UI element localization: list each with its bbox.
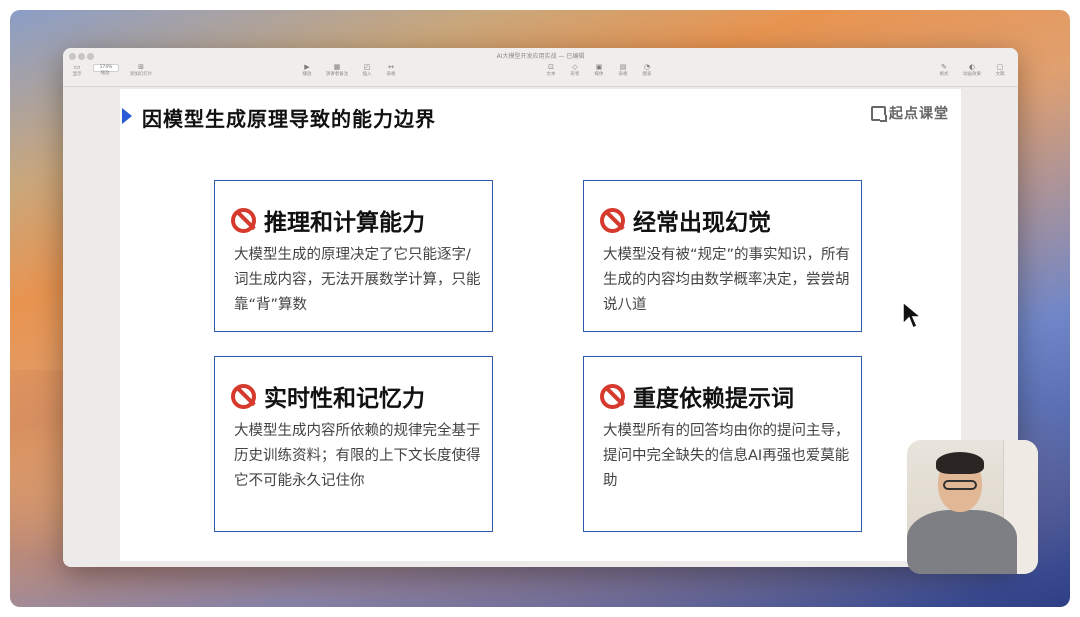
table-icon: ▦ bbox=[333, 63, 341, 71]
prohibited-icon bbox=[600, 207, 625, 233]
toolbar-document-label: 文稿 bbox=[995, 72, 1005, 77]
toolbar-play-button[interactable]: ▶ 播放 bbox=[293, 63, 321, 78]
webcam-person-glasses bbox=[943, 480, 977, 490]
play-icon: ▶ bbox=[304, 63, 310, 71]
card-body: 大模型生成内容所依赖的规律完全基于历史训练资料；有限的上下文长度使得它不可能永久… bbox=[234, 423, 481, 489]
toolbar-chart-label: 图表 bbox=[642, 72, 652, 77]
presenter-webcam bbox=[907, 440, 1038, 574]
toolbar-format-button[interactable]: ✎ 格式 bbox=[930, 63, 958, 78]
prohibited-icon bbox=[231, 383, 256, 409]
chart-icon: ◔ bbox=[643, 63, 651, 71]
toolbar-zoom-label: 缩放 bbox=[100, 71, 110, 76]
keynote-window: AI大模型开发应用实战 — 已编辑 ▭ 显示 174% 缩放 ⊞ 添加幻灯片 ▶… bbox=[63, 48, 1018, 567]
card-header: 经常出现幻觉 bbox=[600, 203, 771, 237]
card-title: 重度依赖提示词 bbox=[633, 386, 794, 412]
prohibited-icon bbox=[600, 383, 625, 409]
toolbar-zoom-button[interactable]: 缩放 bbox=[91, 71, 119, 77]
toolbar-add-slide-button[interactable]: ⊞ 添加幻灯片 bbox=[127, 63, 155, 78]
add-slide-icon: ⊞ bbox=[138, 63, 144, 71]
toolbar-format-label: 格式 bbox=[939, 72, 949, 77]
logo-text: 起点课堂 bbox=[889, 106, 949, 122]
toolbar-add-slide-label: 添加幻灯片 bbox=[129, 72, 153, 77]
window-title: AI大模型开发应用实战 — 已编辑 bbox=[63, 51, 1018, 60]
logo-mark-icon bbox=[871, 105, 886, 121]
toolbar-notes-label: 演讲者备注 bbox=[325, 72, 349, 77]
toolbar-chart-button[interactable]: ◔ 图表 bbox=[633, 63, 661, 78]
toolbar-table-button[interactable]: ↔ 表格 bbox=[377, 63, 405, 78]
toolbar-animate-label: 动画效果 bbox=[963, 72, 981, 77]
webcam-person-hair bbox=[936, 452, 984, 474]
toolbar-show-button[interactable]: ▭ 显示 bbox=[63, 63, 91, 78]
card-title: 实时性和记忆力 bbox=[264, 386, 425, 412]
card-hallucination[interactable]: 经常出现幻觉 大模型没有被“规定”的事实知识，所有生成的内容均由数学概率决定，尝… bbox=[583, 180, 862, 332]
toolbar-play-label: 播放 bbox=[302, 72, 312, 77]
window-title-text: AI大模型开发应用实战 bbox=[496, 53, 557, 60]
toolbar-document-button[interactable]: ▢ 文稿 bbox=[986, 63, 1014, 78]
brand-logo: 起点课堂 bbox=[871, 103, 949, 123]
toolbar-show-label: 显示 bbox=[72, 72, 82, 77]
card-reasoning[interactable]: 推理和计算能力 大模型生成的原理决定了它只能逐字/词生成内容，无法开展数学计算，… bbox=[214, 180, 493, 332]
toolbar-animate-button[interactable]: ◐ 动画效果 bbox=[958, 63, 986, 78]
card-body: 大模型生成的原理决定了它只能逐字/词生成内容，无法开展数学计算，只能靠“背”算数 bbox=[234, 247, 481, 313]
titlebar: AI大模型开发应用实战 — 已编辑 ▭ 显示 174% 缩放 ⊞ 添加幻灯片 ▶… bbox=[63, 48, 1018, 87]
webcam-person-body bbox=[907, 510, 1017, 574]
card-body: 大模型所有的回答均由你的提问主导，提问中完全缺失的信息AI再强也爱莫能助 bbox=[603, 423, 850, 489]
prohibited-icon bbox=[231, 207, 256, 233]
shape-icon: ↔ bbox=[388, 63, 394, 71]
card-body: 大模型没有被“规定”的事实知识，所有生成的内容均由数学概率决定，尝尝胡说八道 bbox=[603, 247, 851, 313]
card-header: 实时性和记忆力 bbox=[231, 379, 425, 413]
title-arrow-icon bbox=[122, 108, 132, 124]
slide-title: 因模型生成原理导致的能力边界 bbox=[142, 107, 436, 131]
animate-icon: ◐ bbox=[968, 63, 976, 71]
card-header: 重度依赖提示词 bbox=[600, 379, 794, 413]
mouse-cursor-icon bbox=[902, 300, 923, 330]
card-prompt-dependency[interactable]: 重度依赖提示词 大模型所有的回答均由你的提问主导，提问中完全缺失的信息AI再强也… bbox=[583, 356, 862, 532]
document-icon: ▢ bbox=[996, 63, 1004, 71]
toolbar-table-label: 表格 bbox=[386, 72, 396, 77]
card-header: 推理和计算能力 bbox=[231, 203, 425, 237]
toolbar-notes-button[interactable]: ▦ 演讲者备注 bbox=[323, 63, 351, 78]
window-title-suffix: — 已编辑 bbox=[558, 53, 585, 60]
card-title: 经常出现幻觉 bbox=[633, 210, 771, 236]
format-icon: ✎ bbox=[941, 63, 947, 71]
sidebar-icon: ▭ bbox=[73, 63, 81, 71]
card-title: 推理和计算能力 bbox=[264, 210, 425, 236]
slide-canvas[interactable]: 因模型生成原理导致的能力边界 起点课堂 推理和计算能力 大模型生成的原理决定了它… bbox=[120, 89, 961, 561]
card-realtime-memory[interactable]: 实时性和记忆力 大模型生成内容所依赖的规律完全基于历史训练资料；有限的上下文长度… bbox=[214, 356, 493, 532]
